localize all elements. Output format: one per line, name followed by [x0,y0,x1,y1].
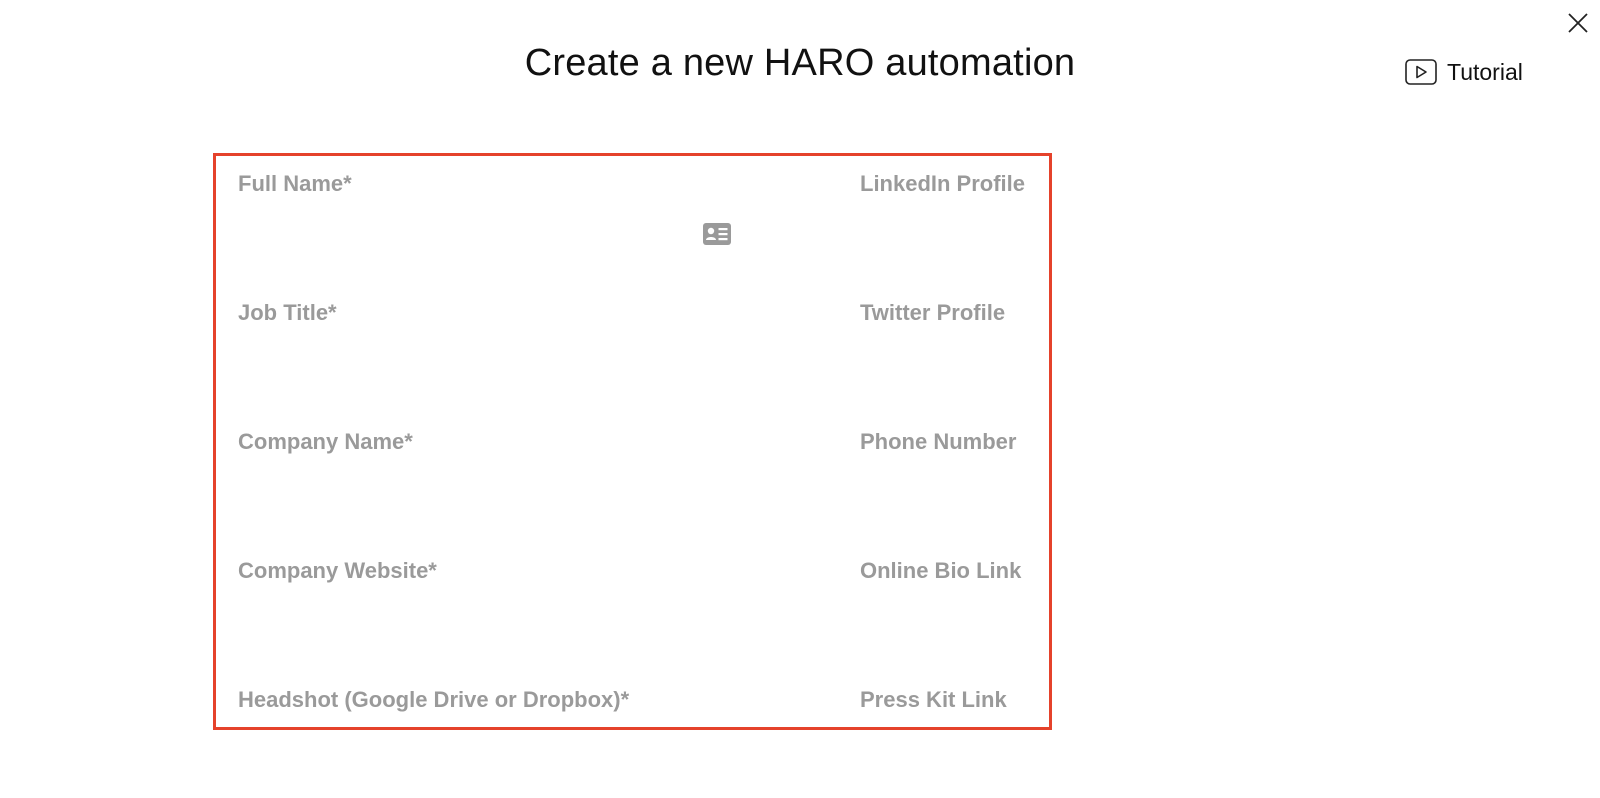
contact-details-form: Full Name* Job Title* Company Name* Comp… [213,153,1052,730]
tutorial-button[interactable]: Tutorial [1405,58,1523,86]
contact-card-icon[interactable] [703,222,731,246]
haro-automation-page: Create a new HARO automation Tutorial Fu… [0,0,1600,798]
online-bio-link-field[interactable]: Online Bio Link [860,558,1021,584]
job-title-field[interactable]: Job Title* [238,300,337,326]
phone-number-field[interactable]: Phone Number [860,429,1016,455]
close-button[interactable] [1566,11,1590,35]
linkedin-profile-field[interactable]: LinkedIn Profile [860,171,1025,197]
tutorial-label: Tutorial [1447,58,1523,85]
close-icon [1568,13,1588,33]
page-title: Create a new HARO automation [524,42,1076,84]
press-kit-link-field[interactable]: Press Kit Link [860,687,1007,713]
headshot-field[interactable]: Headshot (Google Drive or Dropbox)* [238,687,629,713]
company-name-field[interactable]: Company Name* [238,429,413,455]
play-icon [1405,59,1437,85]
twitter-profile-field[interactable]: Twitter Profile [860,300,1005,326]
full-name-field[interactable]: Full Name* [238,171,352,197]
company-website-field[interactable]: Company Website* [238,558,437,584]
